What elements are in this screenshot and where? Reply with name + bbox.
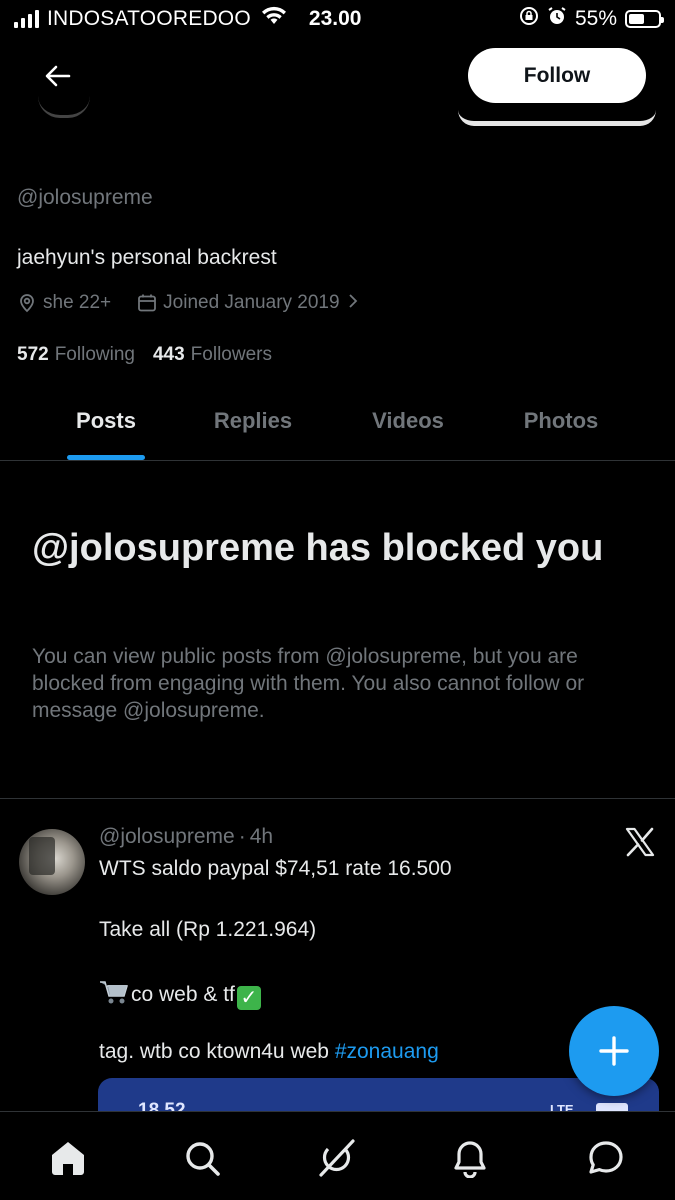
- post-handle[interactable]: @jolosupreme: [99, 825, 235, 848]
- profile-meta: she 22+ Joined January 2019: [17, 292, 384, 314]
- profile-handle: @jolosupreme: [17, 186, 153, 209]
- post-separator: ·: [238, 825, 246, 848]
- location-text: she 22+: [43, 292, 112, 313]
- signal-icon: [14, 10, 39, 28]
- follow-button[interactable]: Follow: [468, 48, 646, 103]
- battery-percent: 55%: [574, 7, 617, 30]
- grok-icon: [319, 1139, 355, 1177]
- compose-button[interactable]: [569, 1006, 659, 1096]
- search-icon: [186, 1142, 220, 1176]
- post-text-line: co web & tf ✓: [99, 979, 261, 1011]
- post-text: co web & tf: [131, 983, 235, 1006]
- post-time: 4h: [249, 825, 274, 848]
- post-avatar[interactable]: [19, 829, 85, 895]
- profile-bio: jaehyun's personal backrest: [17, 246, 277, 269]
- nav-messages[interactable]: [584, 1136, 628, 1180]
- home-icon: [52, 1142, 84, 1175]
- blocked-title: @jolosupreme has blocked you: [32, 527, 604, 569]
- alarm-icon: [547, 6, 567, 32]
- post-text-line: WTS saldo paypal $74,51 rate 16.500: [99, 857, 452, 880]
- tab-indicator: [67, 455, 145, 460]
- joined-text: Joined January 2019: [163, 292, 340, 313]
- messages-icon: [589, 1141, 623, 1174]
- lock-rotation-icon: [519, 6, 539, 32]
- nav-search[interactable]: [180, 1136, 224, 1180]
- nav-grok[interactable]: [314, 1136, 358, 1180]
- following-link[interactable]: 572 Following: [17, 344, 135, 366]
- wifi-icon: [261, 6, 287, 32]
- carrier-name: INDOSATOOREDOO: [47, 7, 251, 30]
- back-button[interactable]: [40, 58, 76, 94]
- profile-stats: 572 Following 443 Followers: [17, 344, 290, 366]
- chevron-right-icon: [348, 292, 358, 314]
- status-bar: INDOSATOOREDOO 23.00 55%: [0, 0, 675, 38]
- location-pin-icon: [17, 293, 37, 313]
- following-label: Following: [54, 344, 135, 365]
- followers-label: Followers: [190, 344, 272, 365]
- hashtag-link[interactable]: #zonauang: [335, 1040, 439, 1063]
- profile-location: she 22+: [17, 292, 111, 314]
- plus-icon: [599, 1036, 629, 1066]
- shopping-cart-icon: [99, 979, 129, 1011]
- post-text-line: tag. wtb co ktown4u web #zonauang: [99, 1040, 439, 1064]
- followers-link[interactable]: 443 Followers: [153, 344, 272, 366]
- battery-icon: [625, 10, 664, 28]
- post-header: @jolosupreme · 4h: [99, 825, 273, 849]
- following-count: 572: [17, 344, 49, 365]
- nav-notifications[interactable]: [448, 1136, 492, 1180]
- bell-icon: [454, 1141, 486, 1178]
- blocked-description: You can view public posts from @jolosupr…: [32, 645, 585, 722]
- follow-button-shadow: [458, 110, 656, 126]
- bottom-nav: [0, 1111, 675, 1200]
- post-text: tag. wtb co ktown4u web: [99, 1040, 335, 1063]
- nav-home[interactable]: [46, 1136, 90, 1180]
- divider: [0, 798, 675, 799]
- profile-joined[interactable]: Joined January 2019: [137, 292, 357, 314]
- arrow-left-icon: [45, 65, 71, 87]
- x-logo-icon[interactable]: [624, 826, 656, 858]
- followers-count: 443: [152, 344, 185, 365]
- post-text-line: Take all (Rp 1.221.964): [99, 918, 317, 941]
- clock: 23.00: [308, 7, 362, 30]
- check-mark-icon: ✓: [236, 986, 261, 1010]
- profile-avatar: [38, 96, 90, 118]
- profile-tabs: Posts Replies Videos Photos: [0, 390, 675, 461]
- calendar-icon: [137, 293, 157, 313]
